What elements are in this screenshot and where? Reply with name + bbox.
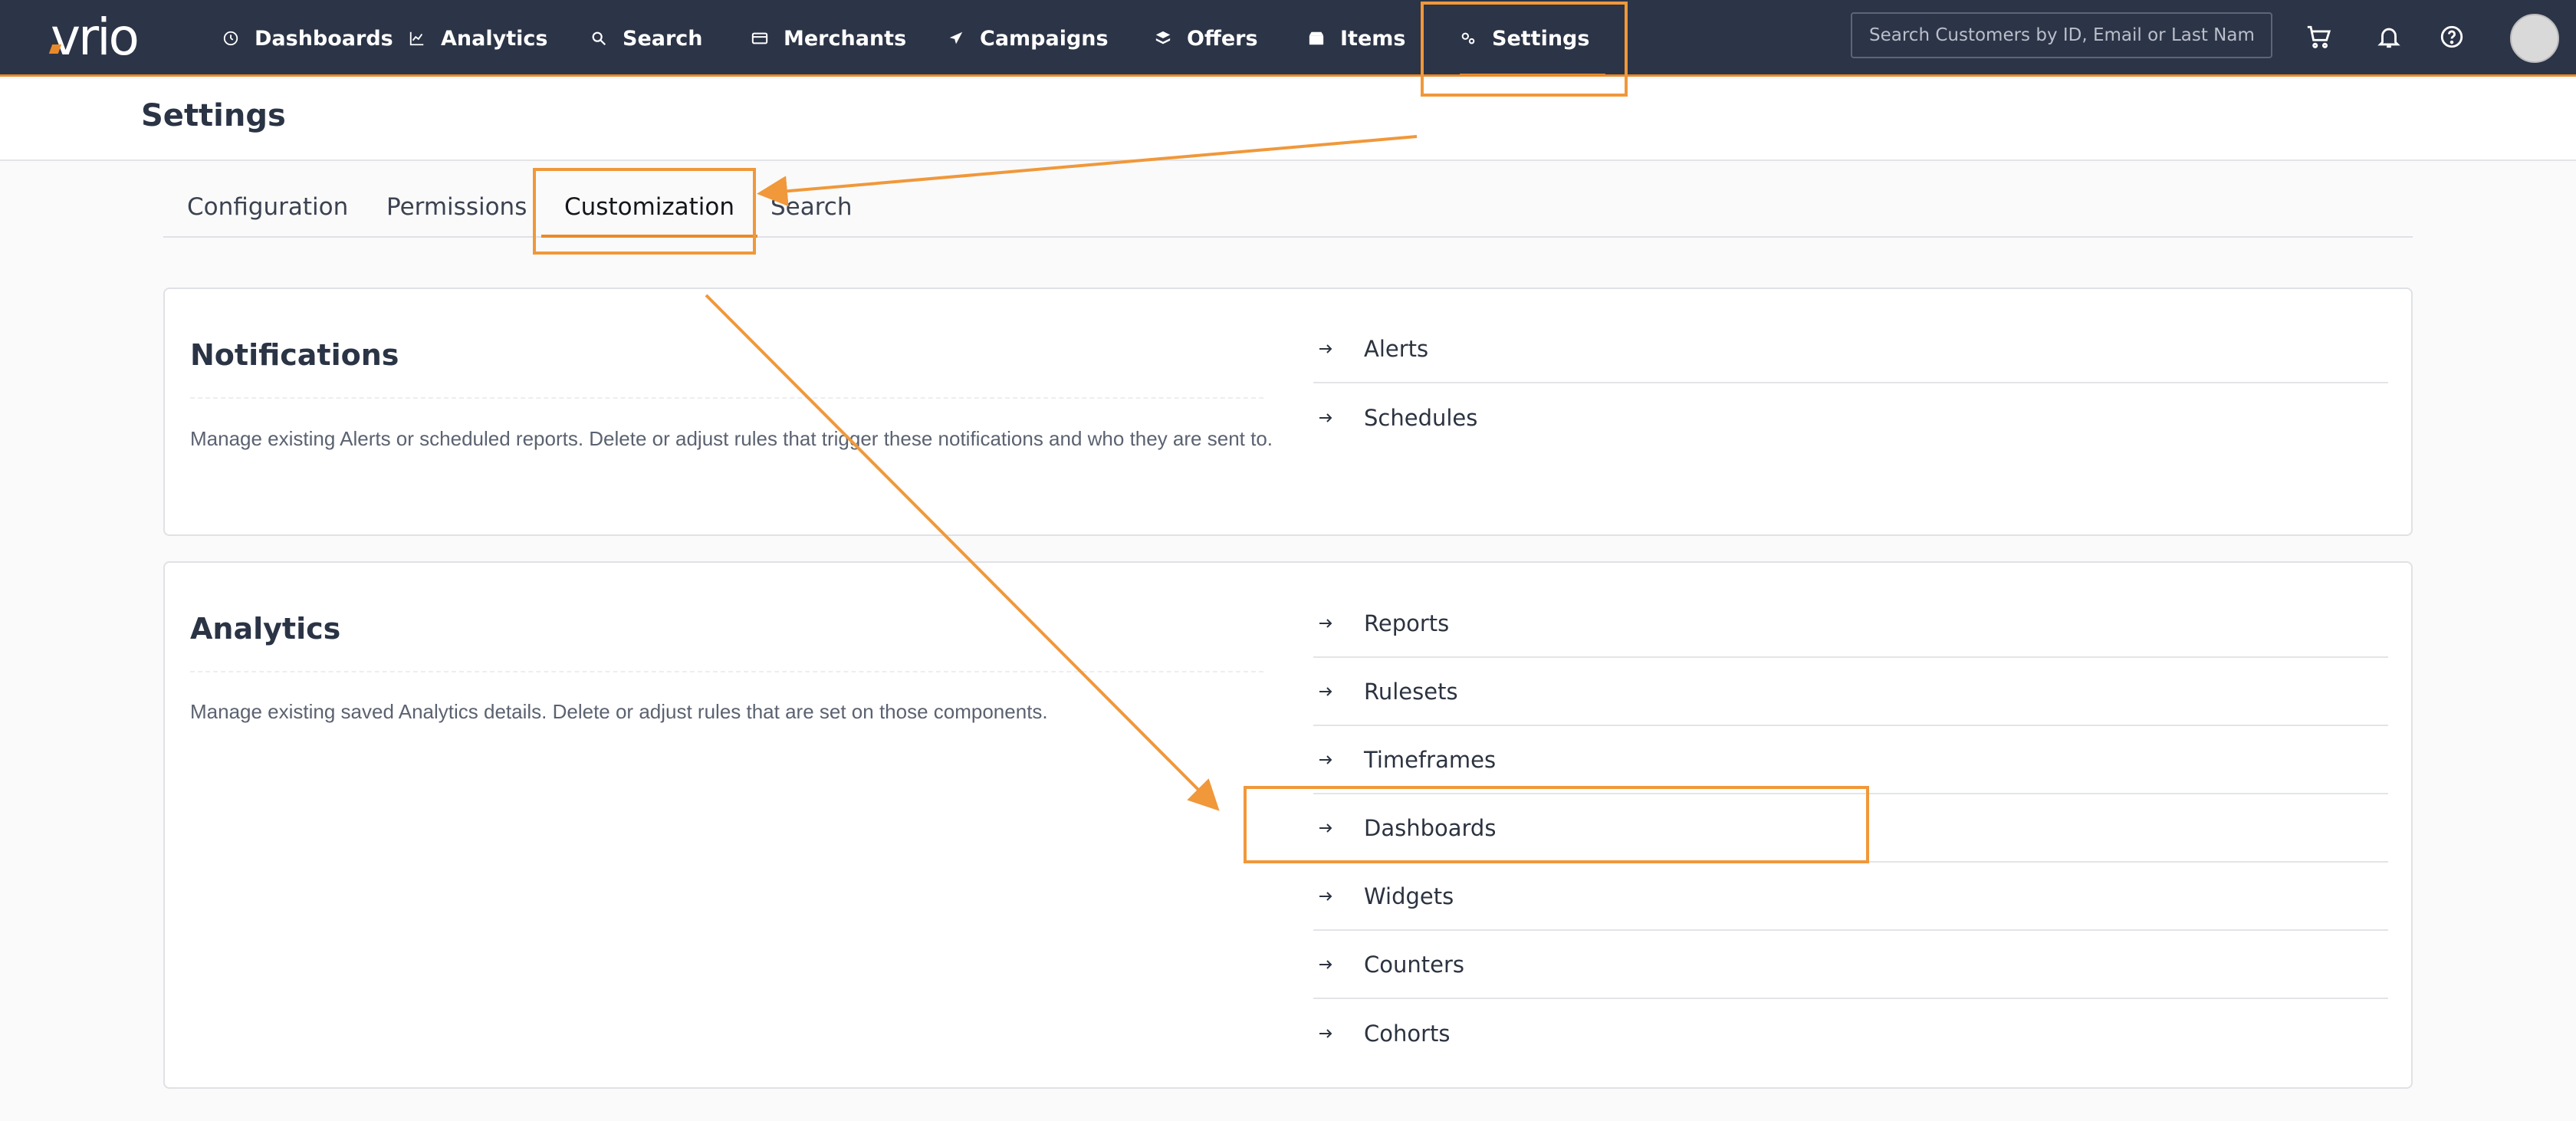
arrow-right-icon [1313,340,1364,358]
top-navigation: vrio Dashboards Analytics Search Merchan… [0,0,2576,77]
search-icon [590,27,613,50]
chart-icon [409,27,432,50]
notifications-links: Alerts Schedules [1313,315,2388,452]
link-widgets[interactable]: Widgets [1313,863,2388,931]
analytics-divider [190,671,1263,672]
bell-icon[interactable] [2374,21,2404,52]
highlight-dashboards-link [1244,786,1869,863]
link-rulesets[interactable]: Rulesets [1313,658,2388,726]
nav-search-label: Search [623,26,703,51]
link-counters-label: Counters [1364,951,1464,978]
box-icon [1308,27,1331,50]
notifications-divider [190,397,1263,399]
arrow-right-icon [1313,682,1364,701]
user-avatar[interactable] [2510,14,2559,63]
nav-offers-label: Offers [1187,26,1258,51]
link-cohorts-label: Cohorts [1364,1020,1451,1047]
link-rulesets-label: Rulesets [1364,678,1458,705]
nav-dashboards[interactable]: Dashboards [222,0,393,77]
link-reports[interactable]: Reports [1313,590,2388,658]
link-counters[interactable]: Counters [1313,931,2388,999]
help-icon[interactable] [2436,21,2467,52]
link-timeframes[interactable]: Timeframes [1313,726,2388,794]
arrow-right-icon [1313,751,1364,769]
nav-campaigns-label: Campaigns [980,26,1109,51]
arrow-right-icon [1313,614,1364,633]
credit-card-icon [751,27,774,50]
notifications-description: Manage existing Alerts or scheduled repo… [190,427,1273,450]
cart-icon[interactable] [2303,21,2334,52]
link-alerts[interactable]: Alerts [1313,315,2388,383]
highlight-settings-nav [1421,2,1628,97]
arrow-right-icon [1313,887,1364,906]
nav-merchants[interactable]: Merchants [751,0,906,77]
nav-search[interactable]: Search [590,0,703,77]
arrow-right-icon [1313,955,1364,974]
link-widgets-label: Widgets [1364,883,1454,909]
customer-search-input[interactable] [1851,12,2272,58]
link-alerts-label: Alerts [1364,335,1429,362]
layers-icon [1155,27,1178,50]
highlight-customization-tab [533,168,756,255]
nav-dashboards-label: Dashboards [255,26,393,51]
link-reports-label: Reports [1364,610,1450,636]
nav-analytics[interactable]: Analytics [409,0,547,77]
analytics-description: Manage existing saved Analytics details.… [190,700,1048,723]
link-schedules-label: Schedules [1364,404,1478,431]
paper-plane-icon [948,27,971,50]
arrow-right-icon [1313,409,1364,427]
link-timeframes-label: Timeframes [1364,746,1497,773]
nav-campaigns[interactable]: Campaigns [948,0,1109,77]
link-schedules[interactable]: Schedules [1313,383,2388,452]
nav-items[interactable]: Items [1308,0,1405,77]
nav-items-label: Items [1340,26,1406,51]
nav-analytics-label: Analytics [441,26,548,51]
notifications-title: Notifications [190,338,399,372]
tab-permissions[interactable]: Permissions [386,176,527,238]
tab-search[interactable]: Search [770,176,853,238]
arrow-right-icon [1313,1024,1364,1043]
nav-merchants-label: Merchants [784,26,907,51]
page-header [0,79,2576,161]
nav-offers[interactable]: Offers [1155,0,1258,77]
settings-tabs: Configuration Permissions Customization … [163,176,2413,238]
notifications-card: Notifications Manage existing Alerts or … [163,288,2413,536]
tab-configuration[interactable]: Configuration [187,176,348,238]
vrio-logo[interactable]: vrio [51,11,140,64]
link-cohorts[interactable]: Cohorts [1313,999,2388,1067]
analytics-title: Analytics [190,612,341,646]
page-title: Settings [141,98,286,133]
dashboard-icon [222,27,245,50]
